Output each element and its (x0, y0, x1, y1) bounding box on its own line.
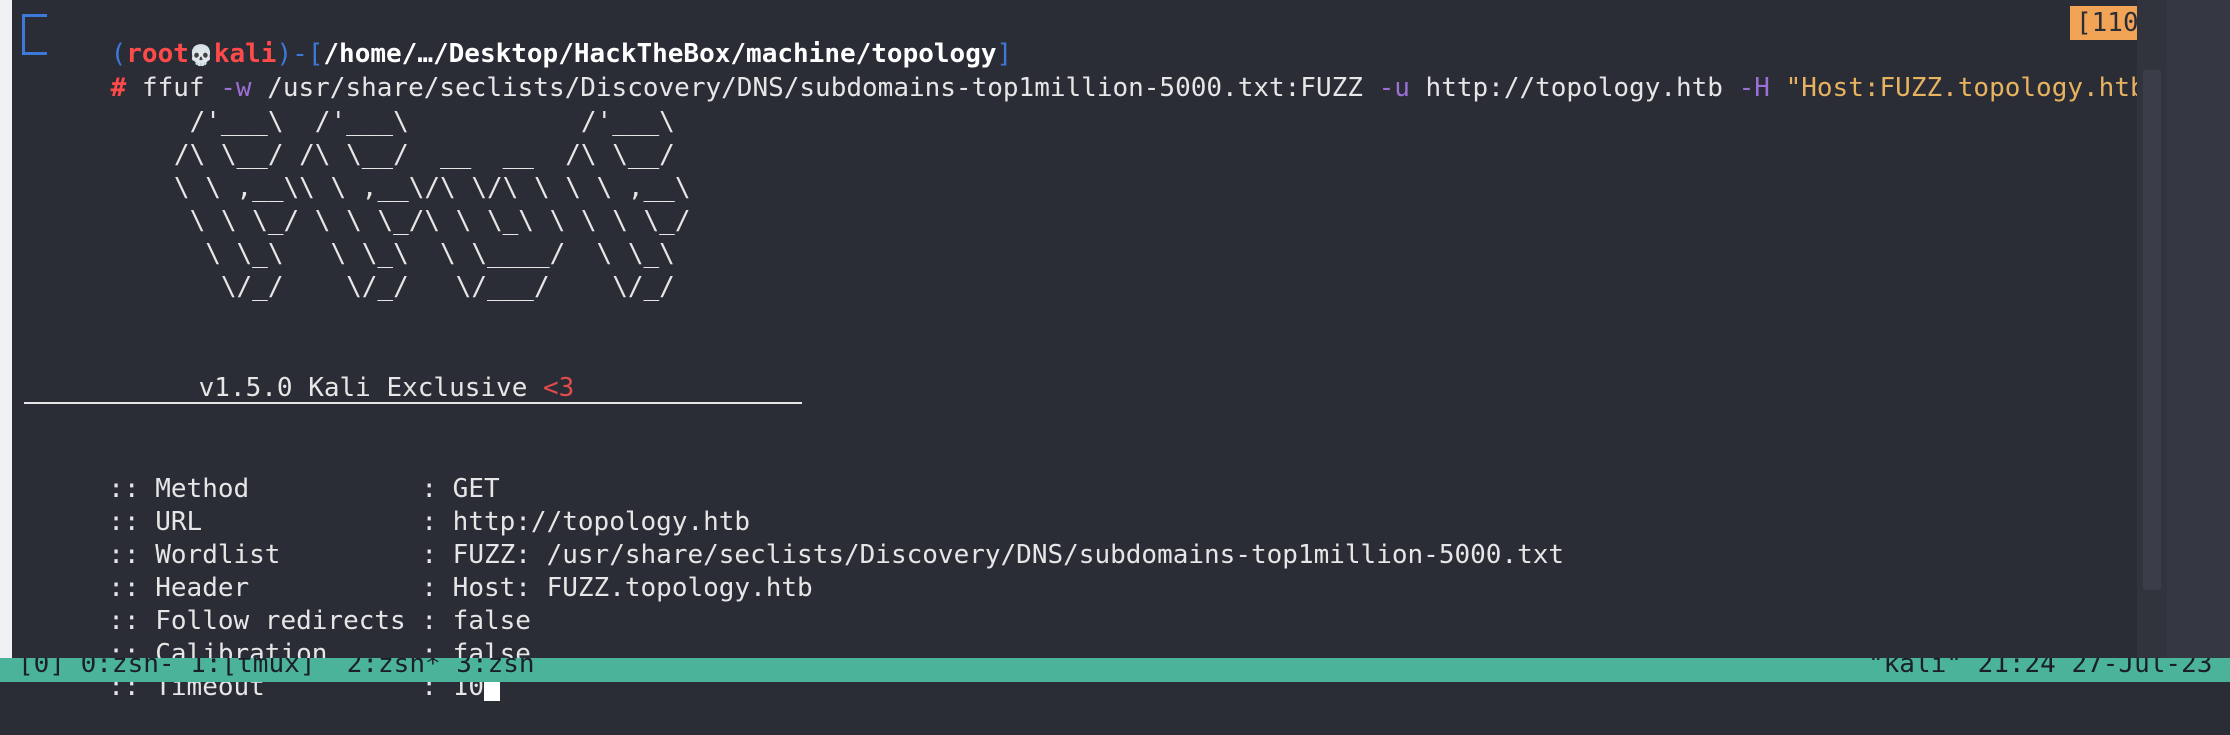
heart-text: <3 (543, 373, 575, 403)
banner-line-5: \ \_\ \ \_\ \ \____/ \ \_\ (80, 239, 675, 269)
config-timeout: :: Timeout : 10 (30, 639, 500, 735)
command-bin: ffuf (141, 73, 205, 103)
command-url: http://topology.htb (1425, 73, 1723, 103)
banner-line-6: \/_/ \/_/ \/___/ \/_/ (80, 272, 675, 302)
banner-line-4: \ \ \_/ \ \ \_/\ \ \_\ \ \ \ \_/ (80, 206, 691, 236)
command-wordlist: /usr/share/seclists/Discovery/DNS/subdom… (267, 73, 1363, 103)
prompt-corner-bottom (22, 32, 47, 55)
flag-h: -H (1738, 73, 1770, 103)
scrollbar[interactable] (2137, 0, 2167, 658)
banner-divider (24, 402, 802, 404)
banner-line-3: \ \ ,__\\ \ ,__\/\ \/\ \ \ \ ,__\ (80, 173, 691, 203)
command-header: "Host:FUZZ.topology.htb" (1785, 73, 2162, 103)
banner-line-2: /\ \__/ /\ \__/ __ __ /\ \__/ (80, 140, 675, 170)
status-windows: [0] 0:zsh- 1:[tmux] 2:zsh* 3:zsh (18, 658, 535, 679)
flag-w: -w (220, 73, 252, 103)
desktop-edge (0, 0, 12, 682)
side-panel (2167, 0, 2230, 658)
version-line: v1.5.0 Kali Exclusive <3 (136, 340, 575, 436)
terminal-window[interactable]: (root💀kali)-[/home/…/Desktop/HackTheBox/… (12, 0, 2161, 702)
prompt-hash: # (110, 73, 127, 103)
tmux-status-bar: [0] 0:zsh- 1:[tmux] 2:zsh* 3:zsh "kali" … (0, 658, 2230, 682)
flag-u: -u (1378, 73, 1410, 103)
banner-line-1: /'___\ /'___\ /'___\ (80, 107, 675, 137)
scrollbar-thumb[interactable] (2143, 70, 2161, 590)
status-host-time: "kali" 21:24 27-Jul-23 (1868, 658, 2213, 679)
version-text: v1.5.0 Kali Exclusive (198, 373, 543, 403)
